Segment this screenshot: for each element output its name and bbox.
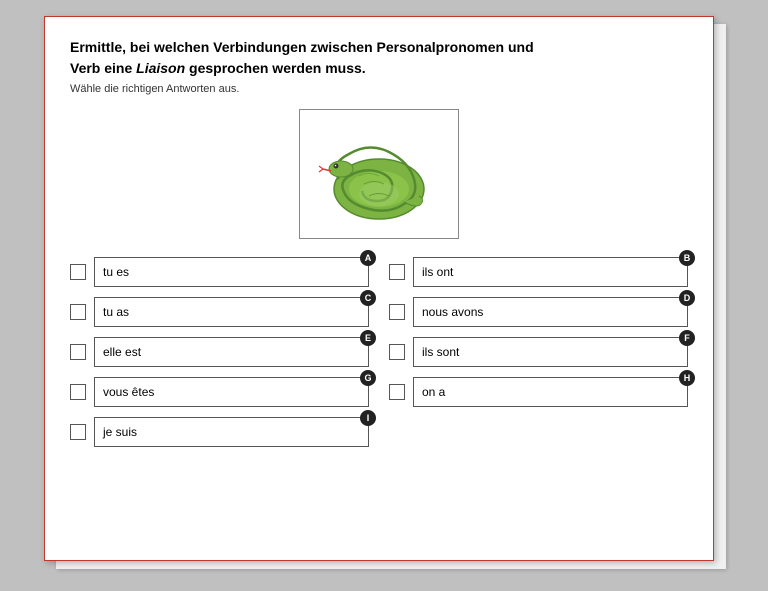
badge-h: H: [679, 370, 695, 386]
checkbox-h[interactable]: [389, 384, 405, 400]
snake-container: [70, 109, 688, 239]
option-label-h: on a: [422, 385, 445, 399]
option-row-g: G vous êtes: [70, 377, 369, 407]
option-label-b: ils ont: [422, 265, 453, 279]
option-label-c: tu as: [103, 305, 129, 319]
paper-main: Ermittle, bei welchen Verbindungen zwisc…: [44, 16, 714, 561]
option-row-h: H on a: [389, 377, 688, 407]
option-row-b: B ils ont: [389, 257, 688, 287]
option-box-e: E elle est: [94, 337, 369, 367]
badge-d: D: [679, 290, 695, 306]
option-row-e: E elle est: [70, 337, 369, 367]
option-label-e: elle est: [103, 345, 141, 359]
checkbox-f[interactable]: [389, 344, 405, 360]
checkbox-d[interactable]: [389, 304, 405, 320]
option-label-i: je suis: [103, 425, 137, 439]
subtitle: Wähle die richtigen Antworten aus.: [70, 83, 688, 95]
badge-g: G: [360, 370, 376, 386]
option-row-a: A tu es: [70, 257, 369, 287]
checkbox-b[interactable]: [389, 264, 405, 280]
option-box-c: C tu as: [94, 297, 369, 327]
option-label-d: nous avons: [422, 305, 483, 319]
option-row-i: I je suis: [70, 417, 369, 447]
badge-a: A: [360, 250, 376, 266]
option-row-c: C tu as: [70, 297, 369, 327]
option-row-f: F ils sont: [389, 337, 688, 367]
badge-e: E: [360, 330, 376, 346]
option-box-i: I je suis: [94, 417, 369, 447]
badge-c: C: [360, 290, 376, 306]
option-box-g: G vous êtes: [94, 377, 369, 407]
snake-image-box: [299, 109, 459, 239]
badge-i: I: [360, 410, 376, 426]
snake-icon: [309, 114, 449, 234]
title-line2b: gesprochen werden muss.: [185, 60, 366, 76]
title-liaison: Liaison: [136, 60, 185, 76]
checkbox-i[interactable]: [70, 424, 86, 440]
checkbox-c[interactable]: [70, 304, 86, 320]
checkbox-g[interactable]: [70, 384, 86, 400]
badge-f: F: [679, 330, 695, 346]
options-grid: A tu es B ils ont C tu as: [70, 257, 688, 447]
title-line2a: Verb eine: [70, 60, 136, 76]
option-label-g: vous êtes: [103, 385, 154, 399]
title-line1: Ermittle, bei welchen Verbindungen zwisc…: [70, 39, 534, 55]
option-row-d: D nous avons: [389, 297, 688, 327]
option-box-h: H on a: [413, 377, 688, 407]
option-box-b: B ils ont: [413, 257, 688, 287]
option-box-d: D nous avons: [413, 297, 688, 327]
page-title: Ermittle, bei welchen Verbindungen zwisc…: [70, 37, 688, 79]
option-box-f: F ils sont: [413, 337, 688, 367]
checkbox-a[interactable]: [70, 264, 86, 280]
option-label-f: ils sont: [422, 345, 459, 359]
page-stack: Ermittle, bei welchen Verbindungen zwisc…: [44, 16, 724, 576]
checkbox-e[interactable]: [70, 344, 86, 360]
option-box-a: A tu es: [94, 257, 369, 287]
badge-b: B: [679, 250, 695, 266]
option-label-a: tu es: [103, 265, 129, 279]
